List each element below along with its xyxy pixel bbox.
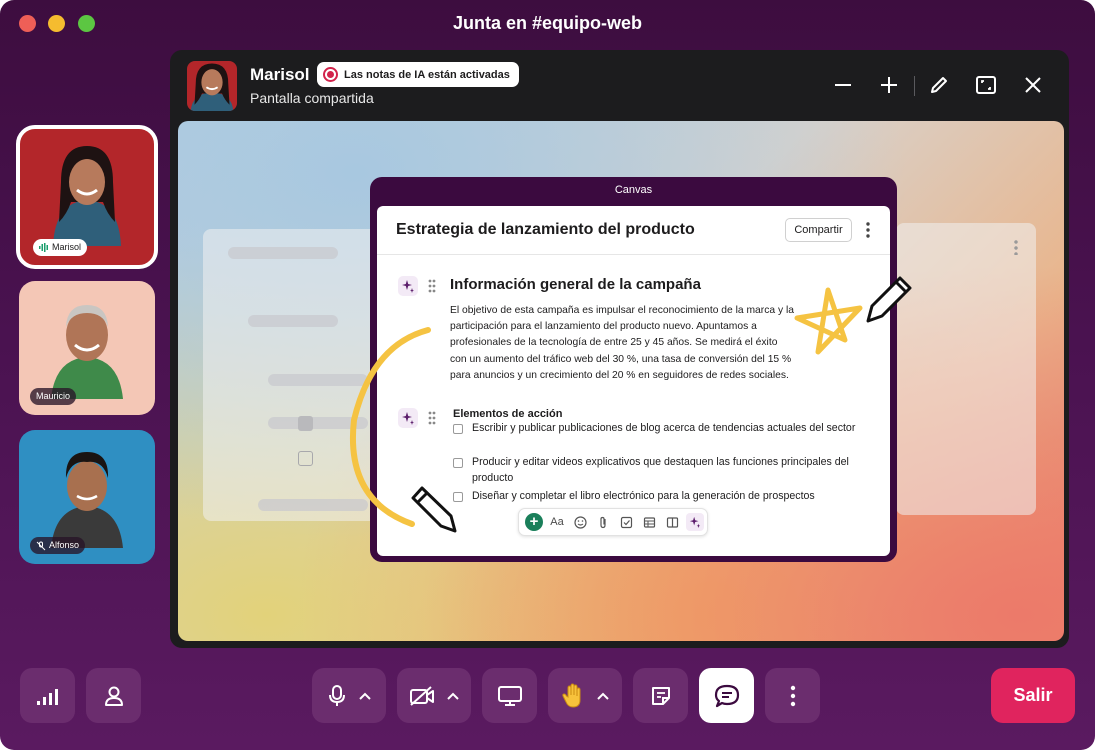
leave-huddle-button[interactable]: Salir [991,668,1075,723]
pencil-cursor-icon [411,486,457,533]
person-icon [104,686,123,706]
signal-bars-icon [36,688,58,705]
participants-button[interactable] [86,668,141,723]
raised-hand-icon [562,682,581,708]
more-vertical-icon [790,685,795,706]
chevron-up-icon[interactable] [447,692,459,700]
connection-quality-button[interactable] [20,668,75,723]
doodle-star-icon [794,287,863,355]
pencil-cursor-icon [866,276,912,323]
notes-button[interactable] [633,668,688,723]
camera-off-icon [410,685,434,706]
chevron-up-icon[interactable] [359,692,371,700]
chevron-up-icon[interactable] [597,692,609,700]
reactions-button[interactable] [548,668,622,723]
more-actions-button[interactable] [765,668,820,723]
microphone-icon [329,684,345,706]
share-screen-button[interactable] [482,668,537,723]
chat-bubble-icon [714,684,739,707]
huddle-window: Junta en #equipo-web Marisol Mauricio Al… [0,0,1095,750]
sticky-note-icon [651,686,670,705]
camera-button[interactable] [397,668,471,723]
thread-button[interactable] [699,668,754,723]
screen-share-icon [497,685,522,706]
microphone-button[interactable] [312,668,386,723]
drawing-overlay [350,276,912,533]
